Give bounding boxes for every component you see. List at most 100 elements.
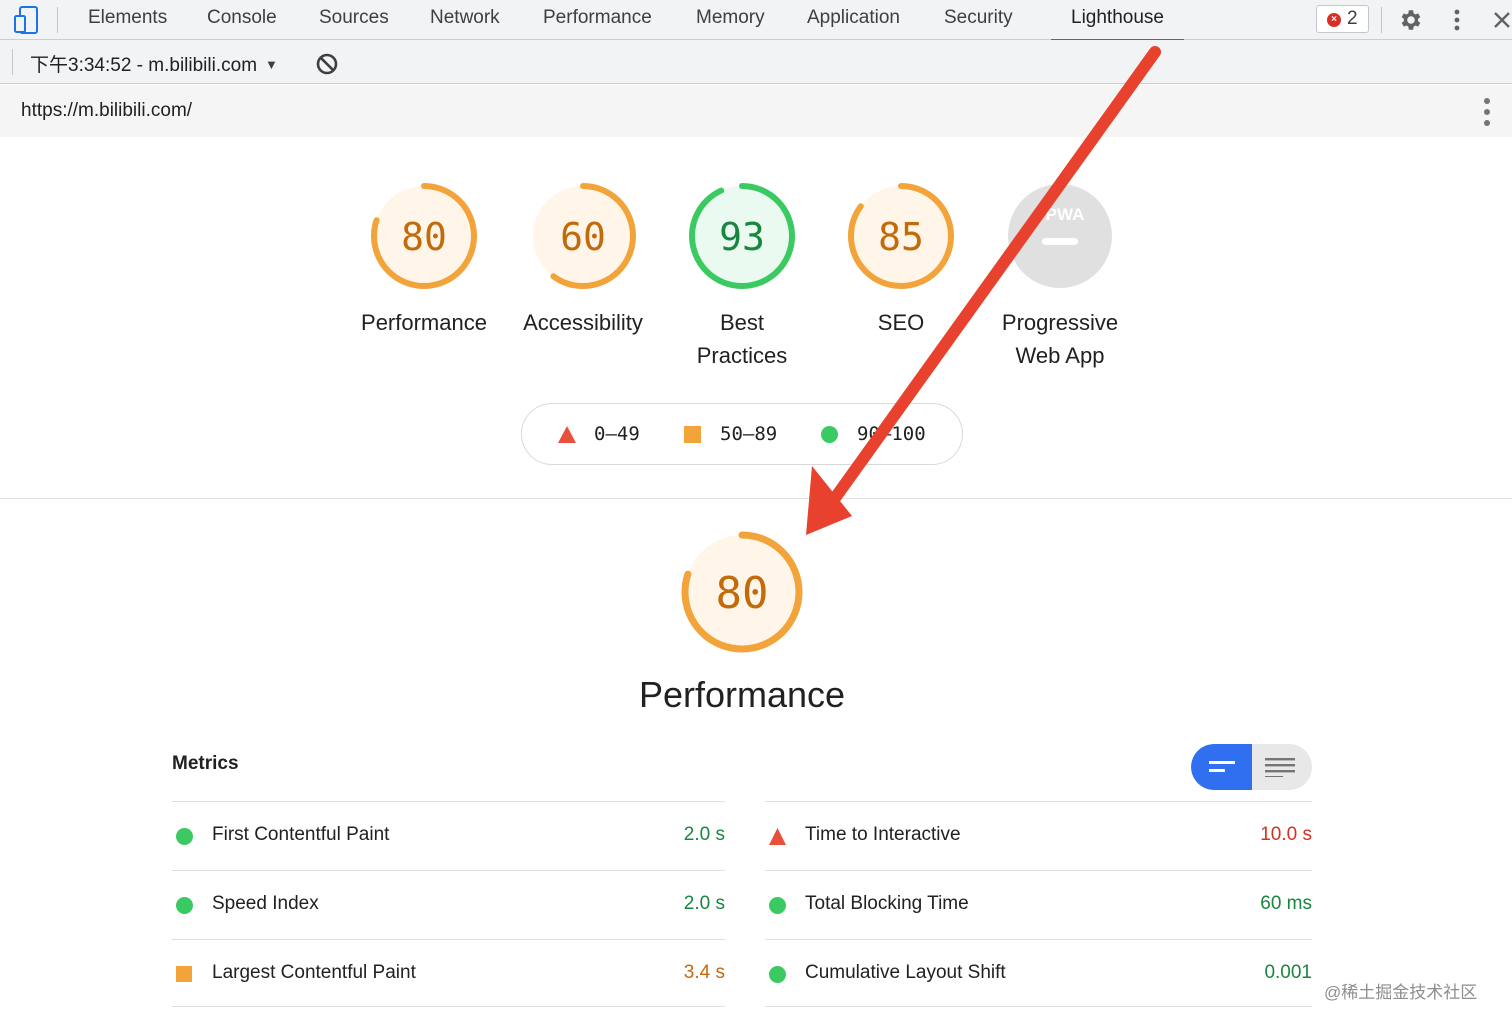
metric-row: First Contentful Paint 2.0 s	[172, 801, 725, 869]
metric-name: Time to Interactive	[805, 824, 961, 845]
gauge-score: 60	[560, 215, 606, 259]
metric-value: 0.001	[1264, 962, 1312, 983]
metric-name: Speed Index	[212, 893, 319, 914]
metric-value: 2.0 s	[683, 893, 725, 914]
metric-value: 10.0 s	[1260, 824, 1312, 845]
metrics-column-end	[765, 1006, 1312, 1007]
metric-row: Cumulative Layout Shift 0.001	[765, 939, 1312, 1007]
tab-sources[interactable]: Sources	[315, 0, 393, 40]
report-select-value: 下午3:34:52 - m.bilibili.com	[30, 55, 258, 76]
toolbar-divider	[57, 7, 58, 33]
pwa-badge-text: PWA	[1046, 205, 1085, 224]
pass-circle-icon	[769, 897, 786, 914]
tab-network[interactable]: Network	[426, 0, 504, 40]
gauge-label: SEO	[877, 310, 925, 335]
tab-console[interactable]: Console	[203, 0, 281, 40]
gauge-label-line: Progressive	[1001, 310, 1119, 335]
fail-triangle-icon	[769, 828, 786, 845]
pass-status-mark	[769, 966, 786, 983]
metric-row: Speed Index 2.0 s	[172, 870, 725, 938]
metric-name: First Contentful Paint	[212, 824, 390, 845]
error-icon: ×	[1327, 13, 1341, 27]
pass-circle-icon	[769, 966, 786, 983]
section-divider	[0, 498, 1512, 499]
clear-reports-icon[interactable]	[314, 51, 340, 77]
toolbar-divider	[12, 49, 13, 75]
more-options-icon[interactable]	[1443, 6, 1471, 34]
gauge-performance[interactable]: 80 Performance	[349, 180, 499, 339]
gauge-accessibility[interactable]: 60 Accessibility	[508, 180, 658, 339]
gauge-label: Progressive Web App	[985, 306, 1135, 372]
toolbar-divider	[1381, 7, 1382, 33]
gauge-accessibility-ring: 60	[530, 183, 636, 289]
pass-status-mark	[769, 897, 786, 914]
gauge-best-practices[interactable]: 93 Best Practices	[667, 180, 817, 372]
lighthouse-report-bar: 下午3:34:52 - m.bilibili.com ▼	[0, 40, 1512, 84]
devtools-tab-bar: Elements Console Sources Network Perform…	[0, 0, 1512, 41]
performance-detail-gauge: 80	[681, 531, 803, 653]
gauge-best-practices-ring: 93	[689, 183, 795, 289]
pass-circle-icon	[176, 828, 193, 845]
fail-status-mark	[769, 828, 786, 845]
report-menu-icon[interactable]	[1476, 95, 1498, 129]
gauge-score: 85	[878, 215, 924, 259]
tab-memory[interactable]: Memory	[692, 0, 769, 40]
fail-triangle-icon	[558, 426, 576, 443]
legend-range-pass: 90–100	[857, 423, 926, 445]
pass-status-mark	[176, 828, 193, 845]
compact-view-icon	[1209, 761, 1235, 772]
error-count-badge[interactable]: × 2	[1316, 5, 1369, 33]
gauge-label-line: Best	[719, 310, 765, 335]
gauge-label: Performance	[361, 310, 487, 335]
metric-name: Total Blocking Time	[805, 893, 969, 914]
tab-lighthouse[interactable]: Lighthouse	[1051, 0, 1184, 41]
pwa-badge-icon: PWA	[1008, 184, 1112, 288]
tab-application[interactable]: Application	[803, 0, 904, 40]
legend-range-fail: 0–49	[594, 423, 640, 445]
legend-range-average: 50–89	[720, 423, 778, 445]
close-devtools-icon[interactable]	[1488, 6, 1512, 34]
caret-down-icon: ▼	[265, 57, 278, 72]
report-select[interactable]: 下午3:34:52 - m.bilibili.com ▼	[30, 50, 278, 77]
gauge-label: Best Practices	[667, 306, 817, 372]
error-count: 2	[1347, 8, 1358, 29]
metric-value: 3.4 s	[683, 962, 725, 983]
gauge-label: Accessibility	[523, 310, 643, 335]
metric-row: Total Blocking Time 60 ms	[765, 870, 1312, 938]
watermark: @稀土掘金技术社区	[1324, 983, 1478, 1002]
tab-elements[interactable]: Elements	[84, 0, 171, 40]
gauge-label-line: Web App	[1015, 343, 1105, 368]
gauge-performance-ring: 80	[371, 183, 477, 289]
metric-name: Cumulative Layout Shift	[805, 962, 1006, 983]
metric-row: Time to Interactive 10.0 s	[765, 801, 1312, 869]
gauge-pwa[interactable]: PWA Progressive Web App	[985, 180, 1135, 372]
metric-value: 60 ms	[1260, 893, 1312, 914]
average-square-icon	[176, 966, 192, 982]
device-toolbar-icon[interactable]	[14, 6, 40, 34]
average-status-mark	[176, 966, 192, 982]
average-square-icon	[684, 426, 701, 443]
metrics-column-end	[172, 1006, 725, 1007]
tab-security[interactable]: Security	[940, 0, 1017, 40]
score-scale-legend: 0–49 50–89 90–100	[521, 403, 963, 465]
pass-circle-icon	[176, 897, 193, 914]
pass-status-mark	[176, 897, 193, 914]
metrics-title: Metrics	[172, 753, 239, 774]
metric-row: Largest Contentful Paint 3.4 s	[172, 939, 725, 1007]
settings-gear-icon[interactable]	[1396, 6, 1424, 34]
gauge-seo[interactable]: 85 SEO	[826, 180, 976, 339]
gauge-label-line: Practices	[696, 343, 788, 368]
metric-value: 2.0 s	[683, 824, 725, 845]
report-url-bar: https://m.bilibili.com/	[0, 85, 1512, 137]
tab-performance[interactable]: Performance	[539, 0, 656, 40]
metrics-view-toggle[interactable]	[1191, 744, 1312, 790]
metric-name: Largest Contentful Paint	[212, 962, 416, 983]
gauge-score: 80	[401, 215, 447, 259]
performance-score: 80	[716, 568, 769, 619]
gauge-seo-ring: 85	[848, 183, 954, 289]
gauge-score: 93	[719, 215, 765, 259]
report-url[interactable]: https://m.bilibili.com/	[21, 100, 192, 122]
performance-title: Performance	[638, 674, 846, 715]
pass-circle-icon	[821, 426, 838, 443]
expanded-view-icon[interactable]	[1265, 757, 1295, 777]
